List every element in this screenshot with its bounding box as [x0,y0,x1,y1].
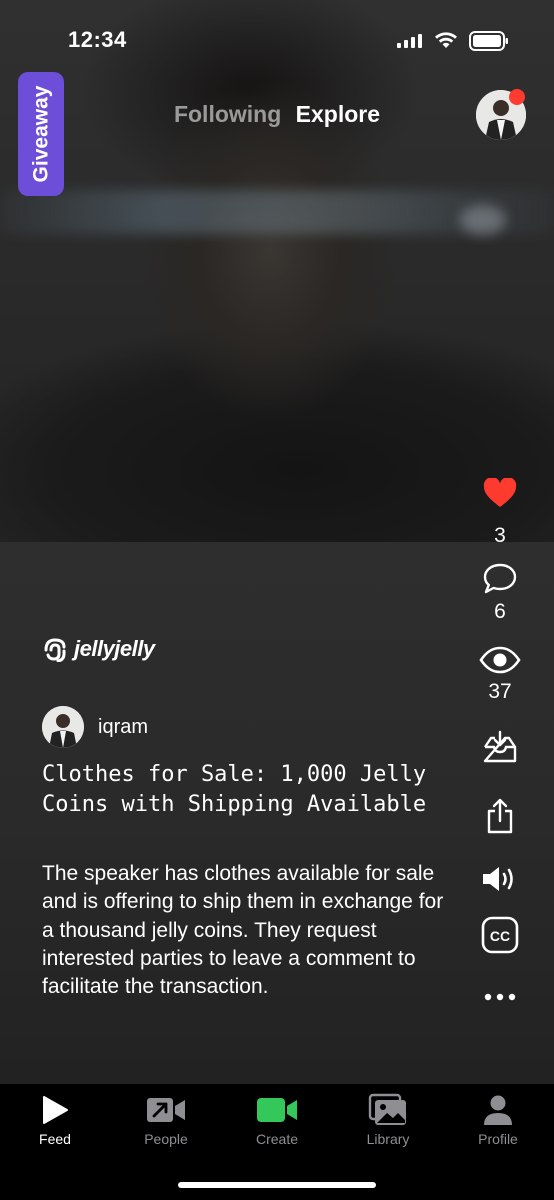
tab-profile[interactable]: Profile [443,1092,553,1147]
save-button[interactable] [468,730,532,764]
author-avatar-photo [42,706,84,748]
eye-icon [479,646,521,674]
comment-bubble-icon [483,563,517,594]
comment-button[interactable] [468,562,532,596]
jelly-logo-icon [44,638,66,662]
post-title: Clothes for Sale: 1,000 Jelly Coins with… [42,762,427,817]
svg-text:CC: CC [490,928,510,944]
feed-screen: 12:34 Giveaway Following Explore 3 6 37 … [0,0,554,1200]
tab-library[interactable]: Library [333,1092,443,1147]
camera-icon [257,1098,297,1122]
download-tray-icon [483,730,517,763]
person-icon [484,1095,512,1125]
share-icon [487,798,513,834]
battery-icon [469,31,508,51]
heart-icon [483,478,517,507]
tab-people[interactable]: People [111,1092,221,1147]
view-count: 37 [488,680,512,703]
play-icon [43,1096,68,1124]
tab-profile-label: Profile [478,1131,518,1147]
post-author[interactable]: iqram [42,706,148,748]
video-frame-top[interactable] [0,0,554,542]
sound-button[interactable] [468,864,532,894]
author-username[interactable]: iqram [98,716,148,739]
like-button[interactable] [468,478,532,508]
tab-people-label: People [144,1131,188,1147]
views-indicator [468,646,532,674]
brand-name: jellyjelly [74,636,155,661]
closed-captions-icon: CC [481,916,519,954]
cellular-signal-icon [397,34,422,48]
ellipsis-icon [484,993,516,1001]
share-button[interactable] [468,798,532,834]
giveaway-button[interactable]: Giveaway [18,72,64,196]
wifi-icon [435,32,457,48]
feed-tabs: Following Explore [0,101,554,128]
home-indicator[interactable] [178,1182,376,1188]
library-icon [368,1093,406,1125]
tab-library-label: Library [366,1131,410,1147]
tab-following[interactable]: Following [174,101,281,127]
speaker-volume-icon [483,867,513,891]
lens-glare-spot [460,205,506,235]
tab-feed-label: Feed [39,1131,71,1147]
tab-feed[interactable]: Feed [0,1092,110,1147]
author-avatar[interactable] [42,706,84,748]
brand-logo: jellyjelly [42,636,155,662]
like-count: 3 [494,524,506,547]
status-time: 12:34 [68,27,127,52]
people-video-icon [147,1098,185,1122]
tab-explore[interactable]: Explore [296,101,380,127]
comment-count: 6 [494,600,506,623]
tab-create[interactable]: Create [222,1092,332,1147]
more-options-button[interactable] [468,992,532,1002]
captions-button[interactable]: CC [468,916,532,954]
tab-create-label: Create [255,1131,299,1147]
post-description: The speaker has clothes available for sa… [42,862,444,999]
notification-dot [509,89,525,105]
